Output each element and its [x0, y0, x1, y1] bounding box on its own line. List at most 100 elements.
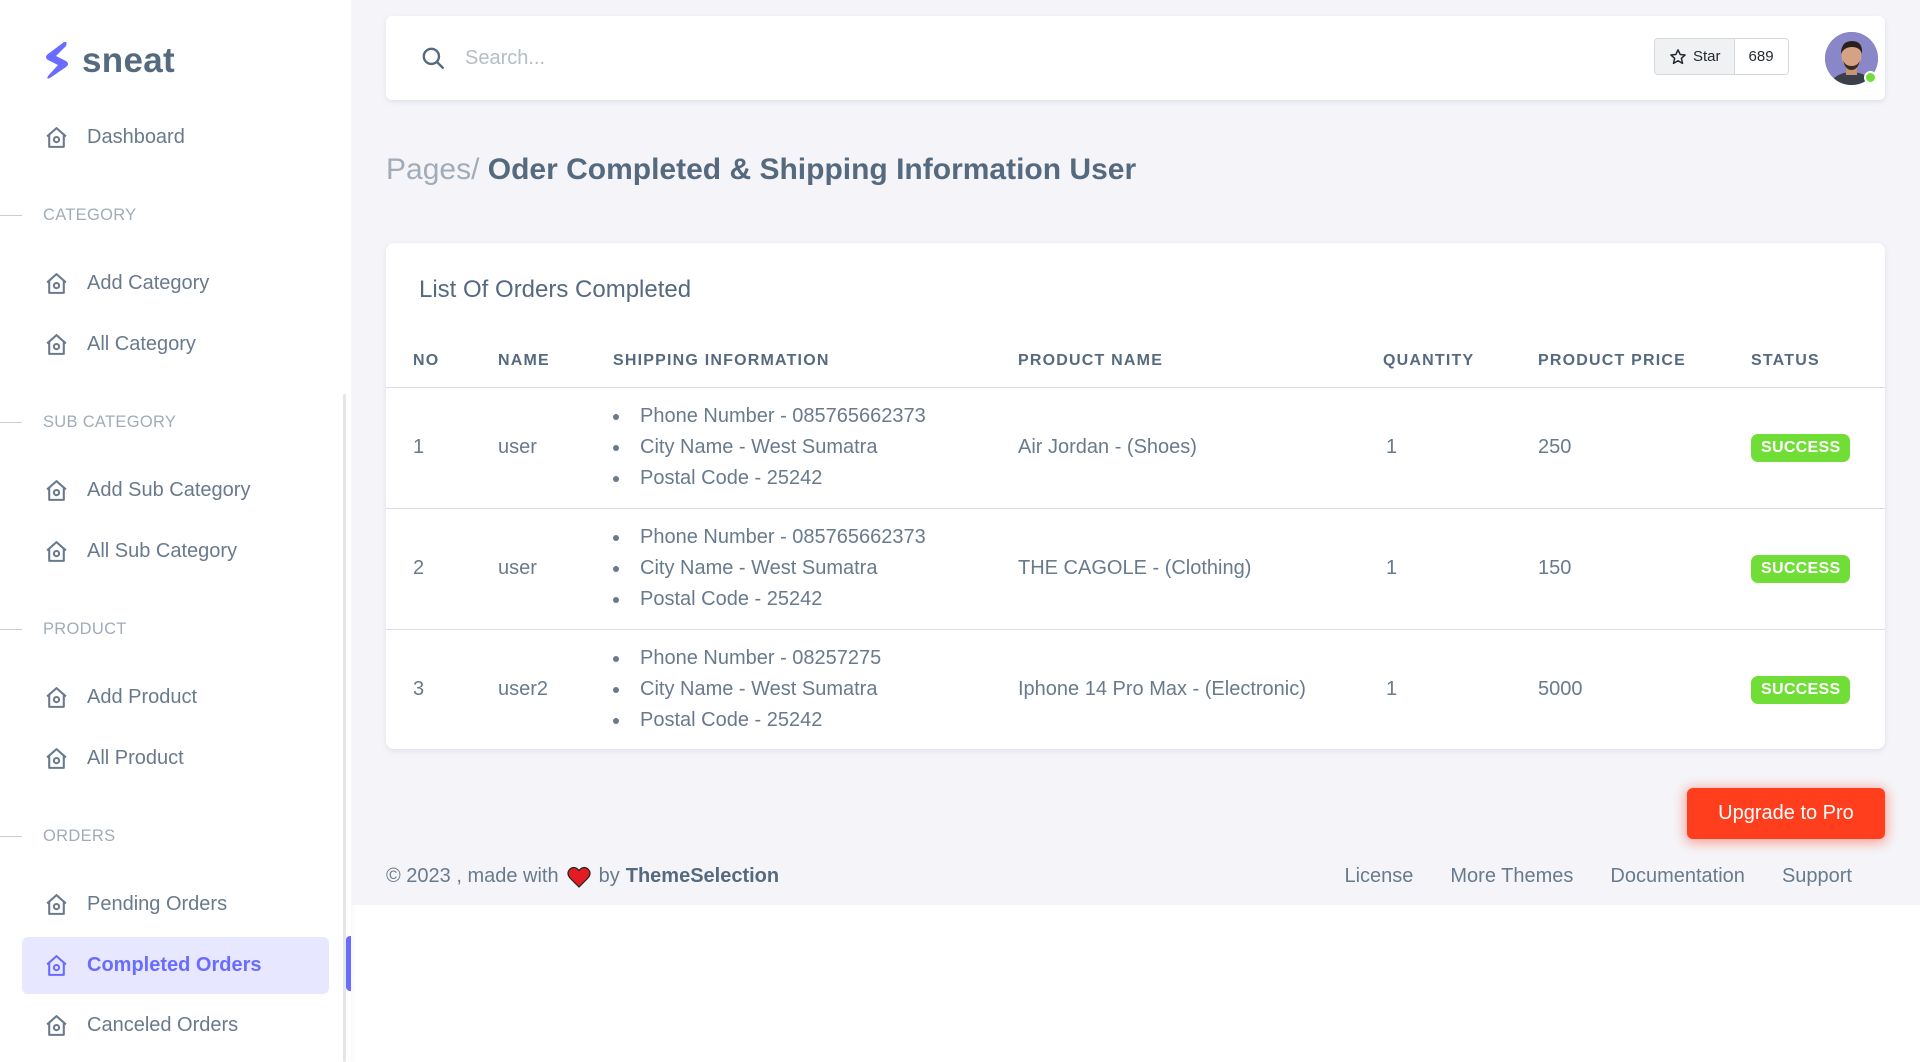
cell-name: user	[498, 387, 613, 509]
menu-header-sub-category: SUB CATEGORY	[0, 413, 176, 432]
sidebar-item-label: Pending Orders	[87, 893, 228, 915]
shipping-city: City Name - West Sumatra	[613, 674, 1018, 705]
footer-link-support[interactable]: Support	[1782, 865, 1852, 888]
page-title: Oder Completed & Shipping Information Us…	[487, 153, 1137, 186]
sidebar-item-all-product[interactable]: All Product	[22, 730, 329, 787]
column-header-status: STATUS	[1751, 335, 1885, 388]
cell-status: SUCCESS	[1751, 508, 1885, 630]
shipping-list: Phone Number - 08257275 City Name - West…	[613, 643, 1018, 736]
breadcrumb: Pages/ Oder Completed & Shipping Informa…	[386, 153, 1136, 187]
sneat-logo-icon	[46, 41, 68, 79]
sidebar-item-all-sub-category[interactable]: All Sub Category	[22, 523, 329, 580]
shipping-phone: Phone Number - 08257275	[613, 643, 1018, 674]
menu-header-label: CATEGORY	[43, 206, 137, 224]
online-status-dot	[1864, 71, 1877, 84]
status-badge: SUCCESS	[1751, 675, 1851, 704]
divider	[0, 836, 22, 837]
search-icon[interactable]	[420, 45, 446, 71]
cell-product: Air Jordan - (Shoes)	[1018, 387, 1383, 509]
breadcrumb-parent[interactable]: Pages/	[386, 153, 479, 186]
sidebar-item-label: All Product	[87, 747, 184, 769]
home-icon	[46, 1015, 67, 1036]
footer-links: License More Themes Documentation Suppor…	[1344, 865, 1852, 888]
sidebar-item-label: Completed Orders	[87, 954, 262, 976]
menu-header-category: CATEGORY	[0, 206, 136, 225]
sidebar-item-label: Add Product	[87, 686, 198, 708]
cell-shipping: Phone Number - 085765662373 City Name - …	[613, 387, 1018, 509]
menu-header-orders: ORDERS	[0, 827, 115, 846]
card-title: List Of Orders Completed	[419, 276, 692, 303]
cell-no: 3	[413, 678, 425, 701]
orders-card: List Of Orders Completed NO NAME SHIPPIN…	[386, 243, 1885, 749]
cell-quantity: 1	[1383, 508, 1538, 630]
home-icon	[46, 127, 67, 148]
main-content: Star 689 Pages/ Oder Completed & Shippin…	[351, 0, 1920, 905]
column-header-product: PRODUCT NAME	[1018, 335, 1383, 388]
brand-name: sneat	[82, 41, 175, 80]
home-icon	[46, 894, 67, 915]
home-icon	[46, 480, 67, 501]
sidebar-item-label: Canceled Orders	[87, 1014, 239, 1036]
table-row: 2 user Phone Number - 085765662373 City …	[386, 508, 1885, 630]
sidebar-item-label: All Sub Category	[87, 540, 238, 562]
cell-name: user	[498, 508, 613, 630]
home-icon	[46, 334, 67, 355]
shipping-postal: Postal Code - 25242	[613, 584, 1018, 615]
sidebar-item-label: All Category	[87, 333, 196, 355]
active-item-marker	[346, 936, 351, 991]
cell-no: 2	[386, 508, 498, 630]
cell-quantity: 1	[1386, 678, 1398, 701]
divider	[0, 215, 22, 216]
cell-no: 1	[386, 387, 498, 509]
divider	[0, 422, 22, 423]
home-icon	[46, 955, 67, 976]
shipping-city: City Name - West Sumatra	[613, 553, 1018, 584]
github-star-label: Star	[1693, 48, 1721, 65]
shipping-city: City Name - West Sumatra	[613, 432, 1018, 463]
cell-name: user2	[498, 678, 549, 701]
sidebar-item-label: Add Category	[87, 272, 210, 294]
sidebar-item-add-product[interactable]: Add Product	[22, 669, 329, 726]
divider	[0, 629, 22, 630]
copyright-text: © 2023 , made with	[386, 865, 559, 887]
github-star[interactable]: Star	[1655, 39, 1735, 74]
cell-shipping: Phone Number - 08257275 City Name - West…	[613, 629, 1018, 749]
footer-link-documentation[interactable]: Documentation	[1610, 865, 1745, 888]
menu-header-label: PRODUCT	[43, 620, 127, 638]
sidebar-item-add-category[interactable]: Add Category	[22, 255, 329, 312]
cell-price: 5000	[1538, 678, 1583, 701]
orders-table: NO NAME SHIPPING INFORMATION PRODUCT NAM…	[386, 335, 1885, 749]
shipping-phone: Phone Number - 085765662373	[613, 401, 1018, 432]
column-header-price: PRODUCT PRICE	[1538, 335, 1751, 388]
table-header-row: NO NAME SHIPPING INFORMATION PRODUCT NAM…	[386, 335, 1885, 388]
footer-link-license[interactable]: License	[1344, 865, 1413, 888]
status-badge: SUCCESS	[1751, 433, 1851, 462]
column-header-quantity: QUANTITY	[1383, 335, 1538, 388]
sidebar-item-completed-orders[interactable]: Completed Orders	[22, 937, 329, 994]
github-star-button[interactable]: Star 689	[1654, 38, 1789, 75]
themeselection-link[interactable]: ThemeSelection	[626, 865, 779, 888]
footer: © 2023 , made with by ThemeSelection Lic…	[386, 865, 1885, 888]
sidebar-item-canceled-orders[interactable]: Canceled Orders	[22, 997, 329, 1054]
cell-shipping: Phone Number - 085765662373 City Name - …	[613, 508, 1018, 630]
sidebar: sneat Dashboard CATEGORY Add Category Al…	[0, 0, 351, 1062]
sidebar-item-all-category[interactable]: All Category	[22, 316, 329, 373]
github-star-count[interactable]: 689	[1734, 39, 1788, 74]
footer-copyright: © 2023 , made with by ThemeSelection	[386, 865, 779, 888]
home-icon	[46, 273, 67, 294]
sidebar-item-label: Add Sub Category	[87, 479, 251, 501]
sidebar-item-add-sub-category[interactable]: Add Sub Category	[22, 462, 329, 519]
sidebar-item-pending-orders[interactable]: Pending Orders	[22, 876, 329, 933]
by-text: by	[598, 865, 620, 887]
navbar: Star 689	[386, 16, 1885, 100]
cell-product: THE CAGOLE - (Clothing)	[1018, 508, 1383, 630]
shipping-postal: Postal Code - 25242	[613, 705, 1018, 736]
footer-link-more-themes[interactable]: More Themes	[1450, 865, 1573, 888]
star-icon	[1670, 48, 1686, 64]
column-header-no: NO	[386, 335, 498, 388]
upgrade-to-pro-button[interactable]: Upgrade to Pro	[1687, 788, 1885, 839]
sidebar-item-dashboard[interactable]: Dashboard	[22, 109, 329, 166]
search-input[interactable]	[465, 40, 825, 76]
brand[interactable]: sneat	[42, 40, 175, 82]
cell-status: SUCCESS	[1751, 387, 1885, 509]
